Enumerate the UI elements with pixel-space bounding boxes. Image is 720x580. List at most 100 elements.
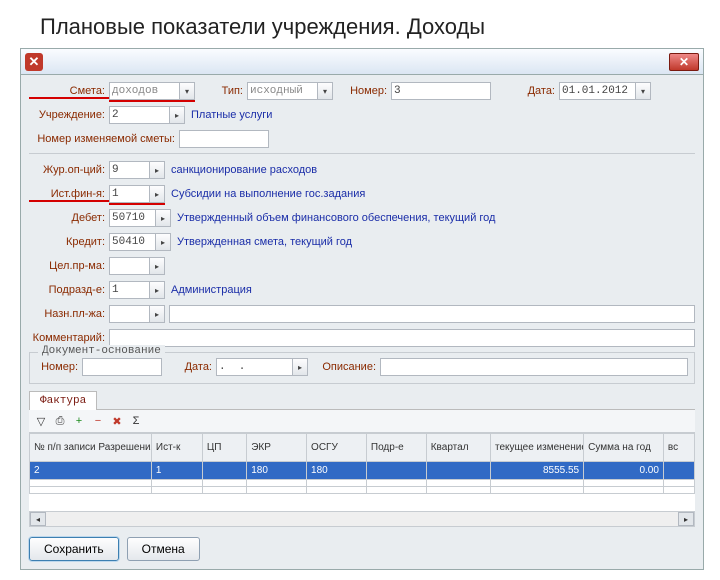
chevron-right-icon[interactable]: ▸: [149, 305, 165, 323]
doc-date-combo[interactable]: ▸: [216, 358, 308, 376]
sum-icon[interactable]: Σ: [128, 413, 144, 429]
label-org: Учреждение:: [29, 109, 109, 121]
cell[interactable]: [202, 462, 246, 480]
table-row[interactable]: 2 1 180 180 8555.55 0.00: [30, 462, 695, 480]
debit-combo[interactable]: ▸: [109, 209, 171, 227]
org-combo[interactable]: ▸: [109, 106, 185, 124]
close-button[interactable]: ✕: [669, 53, 699, 71]
row-program: Цел.пр-ма: ▸: [29, 256, 695, 276]
delete-icon[interactable]: ✖: [109, 413, 125, 429]
docbase-title: Документ-основание: [38, 345, 165, 357]
col-quarter[interactable]: Квартал: [426, 434, 490, 462]
debit-input[interactable]: [109, 209, 155, 227]
label-journal: Жур.оп-ций:: [29, 164, 109, 176]
tab-faktura[interactable]: Фактура: [29, 391, 97, 410]
col-all[interactable]: вс: [663, 434, 694, 462]
col-change[interactable]: текущее изменение: [491, 434, 584, 462]
chevron-right-icon[interactable]: ▸: [292, 358, 308, 376]
program-input[interactable]: [109, 257, 149, 275]
type-input[interactable]: [247, 82, 317, 100]
row-debit: Дебет: ▸ Утвержденный объем финансового …: [29, 208, 695, 228]
app-icon: ✕: [25, 53, 43, 71]
finsrc-input[interactable]: [109, 185, 149, 203]
label-purpose: Назн.пл-жа:: [29, 308, 109, 320]
subdiv-combo[interactable]: ▸: [109, 281, 165, 299]
col-year[interactable]: Сумма на год: [584, 434, 664, 462]
horizontal-scrollbar[interactable]: ◂ ▸: [29, 511, 695, 527]
date-input[interactable]: [559, 82, 635, 100]
purpose-input[interactable]: [109, 305, 149, 323]
cell[interactable]: [366, 462, 426, 480]
table-row[interactable]: [30, 480, 695, 487]
cell[interactable]: [426, 462, 490, 480]
cell[interactable]: 8555.55: [491, 462, 584, 480]
col-subdiv[interactable]: Подр-е: [366, 434, 426, 462]
cell[interactable]: 0.00: [584, 462, 664, 480]
chevron-down-icon[interactable]: ▾: [179, 82, 195, 100]
add-row-icon[interactable]: +: [71, 413, 87, 429]
finsrc-combo[interactable]: ▸: [109, 185, 165, 203]
debit-desc: Утвержденный объем финансового обеспечен…: [177, 212, 495, 224]
row-subdiv: Подразд-е: ▸ Администрация: [29, 280, 695, 300]
grid-toolbar: ▽ ⎙ + − ✖ Σ: [29, 410, 695, 433]
chevron-right-icon[interactable]: ▸: [169, 106, 185, 124]
chevron-right-icon[interactable]: ▸: [149, 161, 165, 179]
purpose-text[interactable]: [169, 305, 695, 323]
col-cp[interactable]: ЦП: [202, 434, 246, 462]
label-doc-desc: Описание:: [316, 361, 380, 373]
row-purpose: Назн.пл-жа: ▸: [29, 304, 695, 324]
program-combo[interactable]: ▸: [109, 257, 165, 275]
credit-combo[interactable]: ▸: [109, 233, 171, 251]
chevron-right-icon[interactable]: ▸: [149, 281, 165, 299]
doc-date-input[interactable]: [216, 358, 292, 376]
chevron-right-icon[interactable]: ▸: [155, 209, 171, 227]
label-debit: Дебет:: [29, 212, 109, 224]
label-program: Цел.пр-ма:: [29, 260, 109, 272]
col-ekr[interactable]: ЭКР: [247, 434, 307, 462]
row-estimate: Смета: ▾ Тип: ▾ Номер: Дата: ▾: [29, 81, 695, 101]
purpose-combo[interactable]: ▸: [109, 305, 165, 323]
print-icon[interactable]: ⎙: [52, 413, 68, 429]
chevron-right-icon[interactable]: ▸: [149, 257, 165, 275]
cell[interactable]: 180: [247, 462, 307, 480]
cell[interactable]: 1: [151, 462, 202, 480]
chevron-down-icon[interactable]: ▾: [317, 82, 333, 100]
cell[interactable]: [663, 462, 694, 480]
doc-number-input[interactable]: [82, 358, 162, 376]
calendar-icon[interactable]: ▾: [635, 82, 651, 100]
row-changed: Номер изменяемой сметы:: [29, 129, 695, 149]
credit-input[interactable]: [109, 233, 155, 251]
scroll-right-icon[interactable]: ▸: [678, 512, 694, 526]
data-grid[interactable]: № п/п записи Разрешения Ист-к ЦП ЭКР ОСГ…: [29, 433, 695, 494]
org-input[interactable]: [109, 106, 169, 124]
label-doc-number: Номер:: [36, 361, 82, 373]
journal-input[interactable]: [109, 161, 149, 179]
comment-input[interactable]: [109, 329, 695, 347]
type-combo[interactable]: ▾: [247, 82, 333, 100]
slide-title: Плановые показатели учреждения. Доходы: [0, 0, 720, 48]
journal-combo[interactable]: ▸: [109, 161, 165, 179]
changed-input[interactable]: [179, 130, 269, 148]
chevron-right-icon[interactable]: ▸: [149, 185, 165, 203]
date-combo[interactable]: ▾: [559, 82, 651, 100]
label-subdiv: Подразд-е:: [29, 284, 109, 296]
filter-icon[interactable]: ▽: [33, 413, 49, 429]
col-src[interactable]: Ист-к: [151, 434, 202, 462]
chevron-right-icon[interactable]: ▸: [155, 233, 171, 251]
col-osgu[interactable]: ОСГУ: [307, 434, 367, 462]
table-row[interactable]: [30, 487, 695, 494]
col-npp[interactable]: № п/п записи Разрешения: [30, 434, 152, 462]
doc-desc-input[interactable]: [380, 358, 688, 376]
subdiv-input[interactable]: [109, 281, 149, 299]
remove-row-icon[interactable]: −: [90, 413, 106, 429]
number-input[interactable]: [391, 82, 491, 100]
row-journal: Жур.оп-ций: ▸ санкционирование расходов: [29, 160, 695, 180]
estimate-combo[interactable]: ▾: [109, 82, 195, 100]
scroll-left-icon[interactable]: ◂: [30, 512, 46, 526]
cancel-button[interactable]: Отмена: [127, 537, 200, 561]
cell[interactable]: 180: [307, 462, 367, 480]
estimate-input[interactable]: [109, 82, 179, 100]
save-button[interactable]: Сохранить: [29, 537, 119, 561]
footer-buttons: Сохранить Отмена: [21, 529, 703, 569]
cell[interactable]: 2: [30, 462, 152, 480]
